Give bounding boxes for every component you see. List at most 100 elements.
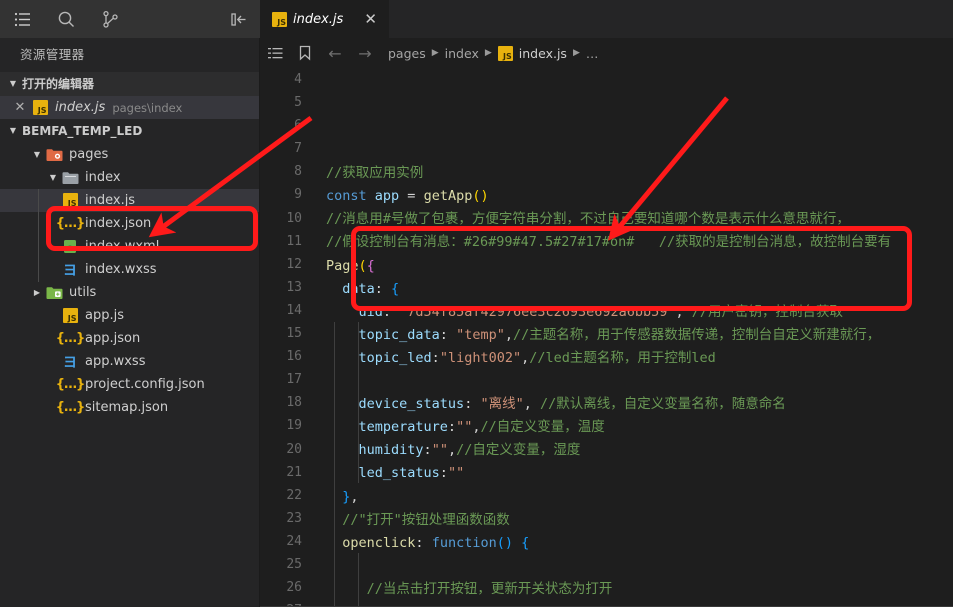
code-line[interactable]: temperature:"",//自定义变量，温度 — [316, 416, 953, 439]
code-token: //主题名称，用于传感器数据传递，控制台自定义新建就行， — [512, 326, 881, 343]
chevron-down-icon: ▼ — [9, 79, 17, 88]
folder-plain-icon — [60, 170, 80, 186]
code-line[interactable]: //消息用#号做了包裹，方便字符串分割，不过自己要知道哪个数是表示什么意思就行， — [316, 208, 953, 231]
section-project-root[interactable]: ▼ BEMFA_TEMP_LED — [0, 119, 259, 143]
line-number: 4 — [294, 72, 302, 87]
js-icon: JS — [60, 193, 80, 209]
code-line[interactable]: //"打开"按钮处理函数函数 — [316, 509, 953, 532]
code-line[interactable]: humidity:"",//自定义变量，湿度 — [316, 439, 953, 462]
tree-item-label: project.config.json — [85, 377, 205, 392]
section-open-editors[interactable]: ▼ 打开的编辑器 — [0, 72, 259, 96]
code-line[interactable] — [316, 116, 953, 139]
breadcrumb-separator-icon: ▶ — [431, 48, 439, 58]
code-token: //led主题名称，用于控制led — [529, 349, 716, 366]
line-number: 8 — [294, 164, 302, 180]
line-number-gutter: 4 5 6 7 8 9 10 11 12 13 14 15 16 17 18 19 20 21 22 23 24 25 26… — [260, 68, 316, 607]
tree-item-label: index — [85, 170, 121, 185]
code-token: , — [521, 349, 530, 366]
line-number: 17 — [286, 372, 302, 388]
code-line[interactable]: openclick: function() { — [316, 532, 953, 555]
code-content[interactable]: //获取应用实例 const app = getApp() //消息用#号做了包裹，… — [316, 68, 953, 607]
breadcrumb-item-label: pages — [388, 45, 426, 61]
code-token: , — [675, 303, 692, 320]
tree-item-utils[interactable]: ▶ utils — [0, 281, 259, 304]
code-line[interactable] — [316, 370, 953, 393]
tree-item-sitemap-json[interactable]: {…} sitemap.json — [0, 396, 259, 419]
code-line[interactable]: //当点击打开按钮，更新开关状态为打开 — [316, 578, 953, 601]
close-icon[interactable]: ✕ — [360, 10, 381, 28]
collapse-sidebar-icon[interactable] — [216, 0, 260, 38]
line-number: 12 — [286, 256, 302, 272]
code-token: //自定义变量，湿度 — [456, 442, 581, 459]
code-line[interactable]: led_status:"" — [316, 462, 953, 485]
navigate-forward-icon[interactable]: → — [350, 44, 380, 63]
code-token: : — [439, 326, 457, 343]
code-token: , — [523, 396, 540, 413]
tree-item-label: utils — [69, 285, 97, 300]
source-control-icon[interactable] — [88, 0, 132, 38]
minimap[interactable] — [939, 68, 953, 607]
tree-item-project-config-json[interactable]: {…} project.config.json — [0, 373, 259, 396]
tree-item-pages[interactable]: ▼ pages — [0, 143, 259, 166]
open-editor-item-index-js[interactable]: ✕ JS index.js pages\index — [0, 96, 259, 119]
code-line[interactable] — [316, 555, 953, 578]
code-line[interactable]: //假设控制台有消息：#26#99#47.5#27#17#on# //获取的是控… — [316, 231, 953, 254]
navigate-back-icon[interactable]: ← — [320, 44, 350, 63]
line-number: 18 — [286, 395, 302, 411]
code-line[interactable] — [316, 139, 953, 162]
breadcrumb-item-label: index — [444, 45, 479, 61]
tree-item-label: pages — [69, 147, 109, 162]
bookmark-icon[interactable] — [290, 45, 320, 61]
code-line[interactable]: Page({ — [316, 255, 953, 278]
code-line[interactable]: topic_data: "temp",//主题名称，用于传感器数据传递，控制台自… — [316, 324, 953, 347]
code-token: getApp — [423, 188, 473, 205]
breadcrumb-item-index[interactable]: index — [445, 46, 479, 61]
breadcrumb-item-[interactable]: … — [586, 46, 599, 61]
breadcrumb-item-indexjs[interactable]: JS index.js — [497, 45, 567, 61]
code-token: //假设控制台有消息：#26#99#47.5#27#17#on# //获取的是控… — [326, 234, 892, 251]
breadcrumb-item-pages[interactable]: pages — [388, 46, 426, 61]
line-number: 22 — [286, 487, 302, 503]
file-tree: ▼ pages ▼ index JS index.js {…} index.json <> ind… — [0, 143, 259, 419]
breadcrumb-separator-icon: ▶ — [572, 48, 580, 58]
tree-item-index[interactable]: ▼ index — [0, 166, 259, 189]
outline-icon[interactable] — [260, 46, 290, 61]
code-token: //消息用#号做了包裹，方便字符串分割，不过自己要知道哪个数是表示什么意思就行， — [326, 211, 850, 228]
explorer-icon[interactable] — [0, 0, 44, 38]
breadcrumb-item-label: … — [585, 45, 599, 61]
code-line[interactable]: uid: '7d54f85af42976ee3c2693e692a6bb59',… — [316, 301, 953, 324]
chevron-right-icon[interactable]: ▶ — [30, 281, 44, 305]
code-line[interactable]: topic_led:"light002",//led主题名称，用于控制led — [316, 347, 953, 370]
tree-item-app-wxss[interactable]: ヨ app.wxss — [0, 350, 259, 373]
tab-index-js[interactable]: JS index.js ✕ — [260, 0, 390, 38]
line-number: 11 — [286, 233, 302, 249]
code-line[interactable]: }, — [316, 486, 953, 509]
code-line[interactable]: //获取应用实例 — [316, 162, 953, 185]
code-token: "离线" — [480, 396, 524, 413]
line-number: 25 — [286, 556, 302, 572]
explorer-sidebar: 资源管理器 ▼ 打开的编辑器 ✕ JS index.js pages\index… — [0, 0, 260, 607]
code-token: : — [439, 465, 448, 482]
code-token: function — [431, 534, 497, 551]
tree-item-label: index.js — [85, 193, 136, 208]
code-line[interactable]: data: { — [316, 278, 953, 301]
line-number: 10 — [286, 210, 302, 226]
close-icon[interactable]: ✕ — [10, 100, 30, 115]
open-editor-path: pages\index — [112, 100, 183, 115]
code-line[interactable]: const app = getApp() — [316, 185, 953, 208]
chevron-down-icon[interactable]: ▼ — [46, 166, 60, 190]
chevron-down-icon: ▼ — [9, 126, 17, 135]
chevron-down-icon[interactable]: ▼ — [30, 143, 44, 167]
js-icon: JS — [60, 308, 80, 324]
json-icon: {…} — [55, 331, 85, 346]
tree-item-app-json[interactable]: {…} app.json — [0, 327, 259, 350]
code-editor[interactable]: 4 5 6 7 8 9 10 11 12 13 14 15 16 17 18 19 20 21 22 23 24 25 26… — [260, 68, 953, 607]
code-token: : — [464, 396, 481, 413]
code-token: : — [423, 442, 432, 459]
tree-item-app-js[interactable]: JS app.js — [0, 304, 259, 327]
breadcrumb: pages ▶ index ▶ JS index.js ▶… — [388, 45, 599, 61]
search-icon[interactable] — [44, 0, 88, 38]
code-line[interactable]: device_status: "离线", //默认离线，自定义变量名称，随意命名 — [316, 393, 953, 416]
open-editor-name: index.js — [55, 100, 106, 115]
code-token: "" — [456, 419, 473, 436]
